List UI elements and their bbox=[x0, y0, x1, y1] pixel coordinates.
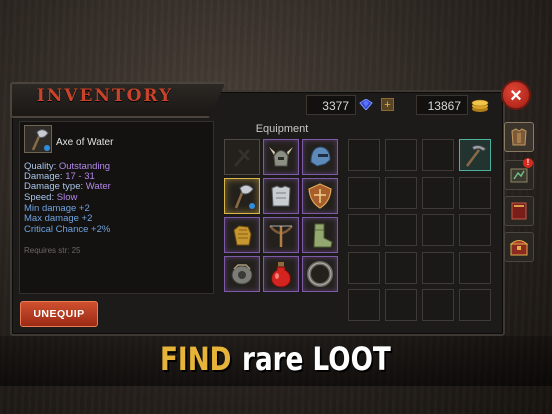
equip-slot-ring[interactable] bbox=[302, 256, 338, 292]
inventory-slot[interactable] bbox=[385, 252, 417, 284]
pickaxe-icon bbox=[466, 144, 487, 167]
chest-armor-icon bbox=[271, 185, 291, 207]
equip-slot-weapon[interactable] bbox=[224, 178, 260, 214]
stat-damage-type: Damage type: Water bbox=[24, 181, 111, 192]
stat-label: Damage type: bbox=[24, 181, 84, 192]
inventory-slot[interactable] bbox=[422, 289, 454, 321]
blue-gem-icon bbox=[359, 99, 373, 110]
stat-speed: Speed: Slow bbox=[24, 192, 77, 203]
equip-slot-arms[interactable] bbox=[224, 256, 260, 292]
equipment-label: Equipment bbox=[255, 123, 309, 135]
axe-icon bbox=[31, 129, 50, 151]
equip-slot-helm[interactable] bbox=[302, 139, 338, 175]
armor-icon bbox=[511, 128, 527, 146]
inventory-slot[interactable] bbox=[459, 214, 491, 246]
boots-icon bbox=[313, 223, 333, 248]
inventory-slot[interactable] bbox=[348, 214, 380, 246]
tab-character[interactable] bbox=[504, 122, 534, 152]
inventory-slot[interactable] bbox=[348, 289, 380, 321]
ring-icon bbox=[307, 261, 333, 287]
inventory-slot[interactable] bbox=[385, 177, 417, 209]
inventory-slot[interactable] bbox=[348, 139, 380, 171]
stat-value: Water bbox=[85, 181, 111, 192]
book-icon bbox=[511, 202, 527, 220]
crossbow-icon bbox=[269, 225, 293, 247]
inventory-slot[interactable] bbox=[348, 177, 380, 209]
inventory-slot[interactable] bbox=[459, 177, 491, 209]
stat-label: Speed: bbox=[24, 192, 55, 203]
chest-icon bbox=[509, 240, 529, 256]
stat-value: Slow bbox=[56, 192, 78, 203]
item-name: Axe of Water bbox=[56, 137, 114, 148]
add-gems-button[interactable]: + bbox=[381, 98, 394, 111]
equip-slot-ranged[interactable] bbox=[263, 217, 299, 253]
blue-helmet-icon bbox=[310, 146, 331, 167]
equip-slot-chest[interactable] bbox=[263, 178, 299, 214]
gold-coins-icon bbox=[471, 99, 489, 112]
bonus-line: Critical Chance +2% bbox=[24, 224, 111, 235]
bonus-line: Max damage +2 bbox=[24, 213, 93, 224]
banner-highlight: FIND bbox=[160, 340, 232, 378]
inventory-slot[interactable] bbox=[422, 214, 454, 246]
banner-text: rare LOOT bbox=[242, 340, 391, 378]
quest-alert-badge: ! bbox=[523, 158, 533, 168]
tab-shop[interactable] bbox=[504, 232, 534, 262]
inventory-slot[interactable] bbox=[385, 214, 417, 246]
gem-count: 3377 bbox=[306, 95, 356, 115]
unequip-button[interactable]: UNEQUIP bbox=[20, 301, 98, 327]
inventory-slot[interactable] bbox=[459, 289, 491, 321]
inventory-slot[interactable] bbox=[459, 252, 491, 284]
item-requirement: Requires str: 25 bbox=[24, 246, 81, 255]
shield-icon bbox=[308, 183, 332, 209]
inventory-slot-filled[interactable] bbox=[459, 139, 491, 171]
close-button[interactable]: × bbox=[501, 80, 531, 110]
equip-slot-shield[interactable] bbox=[302, 178, 338, 214]
inventory-slot[interactable] bbox=[422, 139, 454, 171]
gauntlet-icon bbox=[233, 225, 252, 246]
empty-slot-icon bbox=[234, 149, 250, 167]
gold-count: 13867 bbox=[416, 95, 468, 115]
axe-icon bbox=[234, 184, 255, 209]
inventory-slot[interactable] bbox=[385, 289, 417, 321]
equip-slot-potion[interactable] bbox=[263, 256, 299, 292]
horned-helmet-icon bbox=[269, 147, 293, 167]
equip-slot-empty[interactable] bbox=[224, 139, 260, 175]
inventory-slot[interactable] bbox=[422, 252, 454, 284]
tab-quests[interactable]: ! bbox=[504, 158, 534, 190]
tab-spellbook[interactable] bbox=[504, 196, 534, 226]
inventory-slot[interactable] bbox=[385, 139, 417, 171]
equip-slot-hands[interactable] bbox=[224, 217, 260, 253]
equip-slot-feet[interactable] bbox=[302, 217, 338, 253]
inventory-slot[interactable] bbox=[422, 177, 454, 209]
red-potion-icon bbox=[271, 262, 291, 288]
item-detail-icon bbox=[24, 125, 52, 153]
equip-slot-head[interactable] bbox=[263, 139, 299, 175]
inventory-slot[interactable] bbox=[348, 252, 380, 284]
bracer-icon bbox=[231, 264, 253, 285]
window-title: INVENTORY bbox=[36, 86, 174, 106]
